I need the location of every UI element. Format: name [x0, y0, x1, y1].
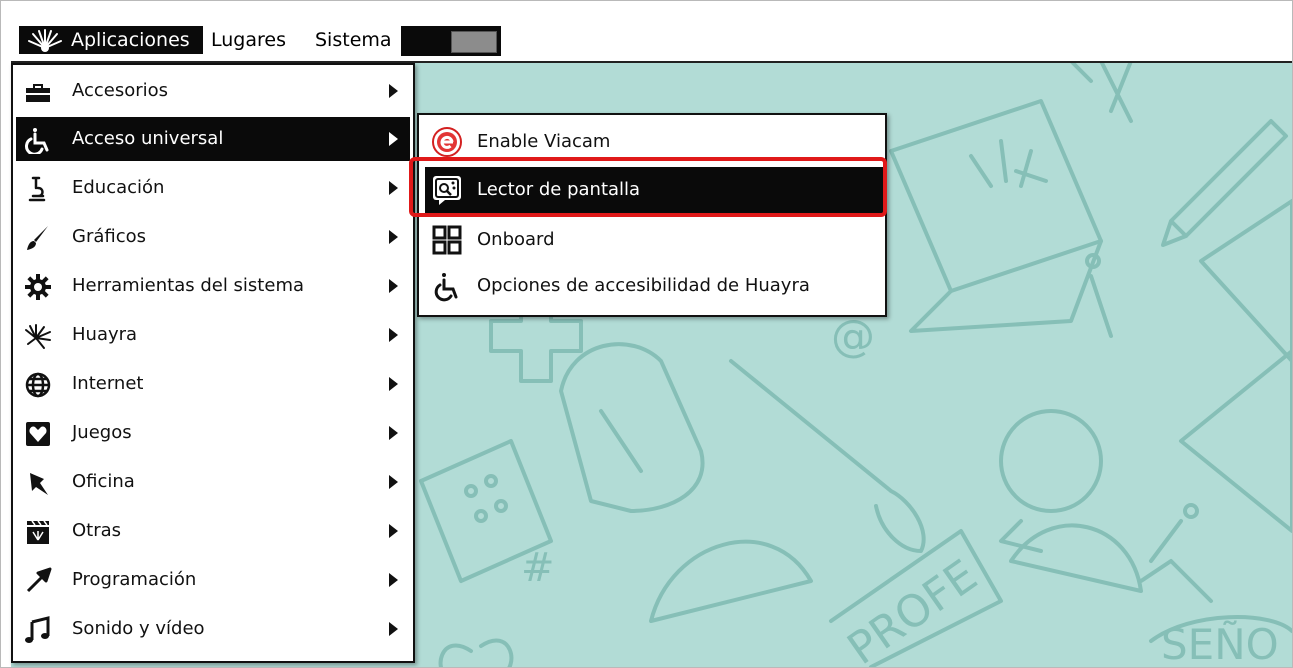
games-icon [26, 422, 50, 446]
applications-dropdown-menu: Accesorios Acceso universal Educación Gr… [11, 63, 415, 663]
system-menu-button[interactable]: Sistema [315, 26, 392, 54]
wheelchair-icon [434, 273, 458, 302]
submenu-arrow-icon [389, 475, 398, 489]
toolbox-icon [26, 84, 50, 102]
applications-label: Aplicaciones [71, 29, 190, 51]
submenu-arrow-icon [389, 84, 398, 98]
music-note-icon [25, 616, 50, 643]
menu-item-label: Herramientas del sistema [72, 275, 305, 296]
menu-item-huayra[interactable]: Huayra [16, 313, 410, 357]
menu-item-label: Internet [72, 373, 144, 394]
menu-item-accesorios[interactable]: Accesorios [16, 69, 410, 113]
decor-at-symbol: @ [831, 311, 875, 362]
menu-item-label: Otras [72, 520, 122, 541]
paintbrush-icon [27, 226, 48, 250]
decor-profe-text: PROFE [839, 550, 987, 667]
menu-item-label: Huayra [72, 324, 138, 345]
viacam-icon [432, 127, 462, 157]
submenu-item-onboard[interactable]: Onboard [425, 217, 883, 263]
submenu-arrow-icon [389, 426, 398, 440]
submenu-arrow-icon [389, 377, 398, 391]
submenu-arrow-icon [389, 230, 398, 244]
pushpin-icon [30, 473, 48, 495]
menu-item-programacion[interactable]: Programación [16, 558, 410, 602]
arrow-icon [26, 567, 52, 593]
submenu-arrow-icon [389, 132, 398, 146]
decor-seno-text: SEÑO [1161, 619, 1279, 667]
submenu-arrow-icon [389, 181, 398, 195]
menu-item-label: Sonido y vídeo [72, 618, 205, 639]
submenu-arrow-icon [389, 328, 398, 342]
menu-item-herramientas[interactable]: Herramientas del sistema [16, 264, 410, 308]
menu-item-label: Oficina [72, 471, 135, 492]
microscope-icon [28, 176, 46, 202]
menu-item-sonido-video[interactable]: Sonido y vídeo [16, 607, 410, 651]
accessibility-icon [25, 128, 49, 154]
menu-item-label: Accesorios [72, 80, 169, 101]
menu-item-oficina[interactable]: Oficina [16, 460, 410, 504]
submenu-item-label: Onboard [477, 229, 555, 250]
submenu-arrow-icon [389, 573, 398, 587]
clapperboard-icon [27, 520, 49, 544]
menu-item-acceso-universal[interactable]: Acceso universal [16, 117, 410, 161]
keyboard-grid-icon [432, 225, 462, 255]
menu-item-internet[interactable]: Internet [16, 362, 410, 406]
submenu-arrow-icon [389, 279, 398, 293]
menu-item-juegos[interactable]: Juegos [16, 411, 410, 455]
highlight-box-annotation [409, 157, 887, 217]
gear-icon [25, 274, 51, 300]
menu-item-label: Acceso universal [72, 128, 224, 149]
submenu-arrow-icon [389, 524, 398, 538]
submenu-arrow-icon [389, 622, 398, 636]
menu-item-label: Educación [72, 177, 165, 198]
menu-item-label: Juegos [72, 422, 132, 443]
places-menu-button[interactable]: Lugares [211, 26, 286, 54]
submenu-item-label: Opciones de accesibilidad de Huayra [477, 275, 810, 296]
menu-item-otras[interactable]: Otras [16, 509, 410, 553]
decor-hash-symbol: # [521, 545, 555, 591]
menu-item-label: Programación [72, 569, 197, 590]
globe-icon [25, 372, 51, 398]
menu-item-graficos[interactable]: Gráficos [16, 215, 410, 259]
window-preview [451, 31, 497, 53]
applications-menu-button[interactable]: Aplicaciones [19, 26, 203, 54]
huayra-logo-icon [28, 29, 62, 52]
huayra-icon [25, 324, 51, 349]
menu-item-educacion[interactable]: Educación [16, 166, 410, 210]
screenshot-frame: @ # PROFE SEÑO Aplicaciones Lugares Sist… [0, 0, 1293, 668]
taskbar-window-button[interactable] [401, 26, 501, 56]
menu-item-label: Gráficos [72, 226, 147, 247]
top-panel: Aplicaciones Lugares Sistema [11, 21, 1292, 63]
submenu-item-opciones-accesibilidad[interactable]: Opciones de accesibilidad de Huayra [425, 263, 883, 309]
